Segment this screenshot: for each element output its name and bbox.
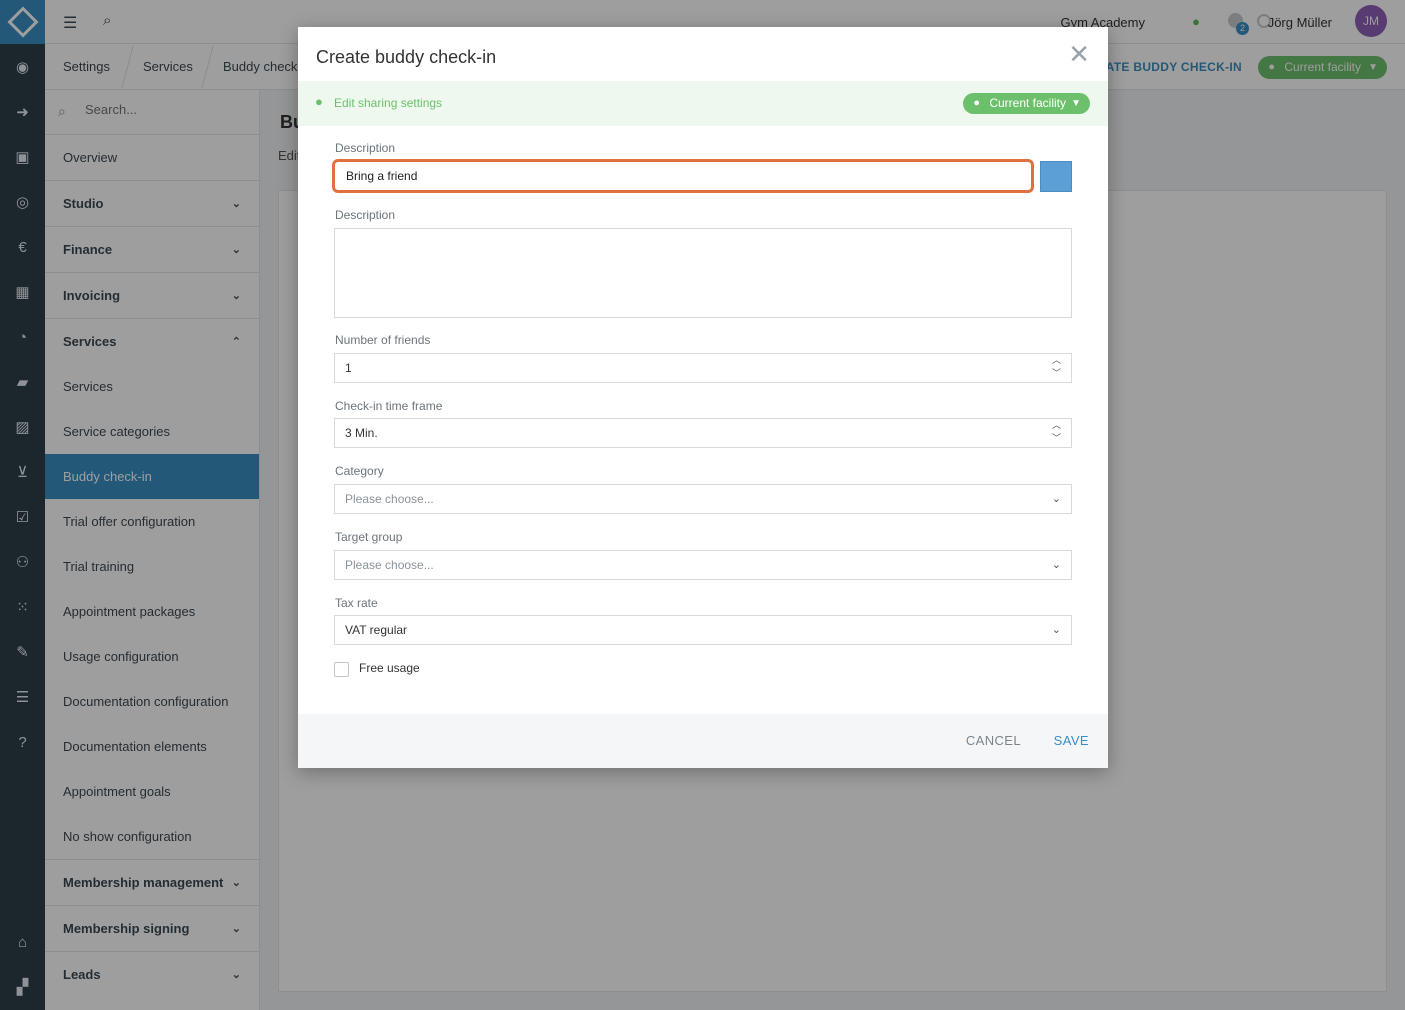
description-label: Description xyxy=(335,208,396,222)
target-group-select[interactable]: Please choose... ⌄ xyxy=(334,550,1072,580)
target-group-placeholder: Please choose... xyxy=(345,558,434,572)
category-select[interactable]: Please choose... ⌄ xyxy=(334,484,1072,514)
timeframe-stepper[interactable]: 3 Min. ︿ ﹀ xyxy=(334,418,1072,448)
facility-selector[interactable]: ● Current facility ▼ xyxy=(963,93,1090,114)
location-pin-icon: ● xyxy=(973,97,980,109)
close-icon[interactable]: ✕ xyxy=(1068,39,1090,70)
tax-rate-value: VAT regular xyxy=(345,623,408,637)
description-textarea[interactable] xyxy=(334,228,1072,318)
tax-rate-label: Tax rate xyxy=(335,596,378,610)
edit-sharing-settings-link[interactable]: Edit sharing settings xyxy=(334,96,442,110)
dialog-title: Create buddy check-in xyxy=(316,47,497,67)
timeframe-value: 3 Min. xyxy=(345,426,378,440)
free-usage-checkbox[interactable] xyxy=(334,662,349,677)
category-label: Category xyxy=(335,464,384,478)
free-usage-label[interactable]: Free usage xyxy=(359,661,420,675)
location-pin-icon: ● xyxy=(315,94,323,109)
target-group-label: Target group xyxy=(335,530,403,544)
dialog-footer: CANCEL SAVE xyxy=(298,714,1108,768)
color-picker[interactable] xyxy=(1040,161,1072,192)
chevron-down-icon: ⌄ xyxy=(1051,624,1061,636)
chevron-down-icon: ⌄ xyxy=(1051,493,1061,505)
category-placeholder: Please choose... xyxy=(345,492,434,506)
facility-label: Current facility xyxy=(989,96,1066,110)
friends-value: 1 xyxy=(345,361,352,375)
save-button[interactable]: SAVE xyxy=(1054,733,1089,748)
stepper-arrows-icon[interactable]: ︿ ﹀ xyxy=(1052,354,1061,380)
timeframe-label: Check-in time frame xyxy=(335,399,443,413)
create-buddy-checkin-dialog: Create buddy check-in ✕ ● Edit sharing s… xyxy=(298,27,1108,768)
name-label: Description xyxy=(335,141,396,155)
cancel-button[interactable]: CANCEL xyxy=(966,733,1021,748)
friends-stepper[interactable]: 1 ︿ ﹀ xyxy=(334,353,1072,383)
friends-label: Number of friends xyxy=(335,333,431,347)
sharing-settings-bar: ● Edit sharing settings ● Current facili… xyxy=(298,81,1108,126)
chevron-down-icon: ▼ xyxy=(1071,98,1081,109)
tax-rate-select[interactable]: VAT regular ⌄ xyxy=(334,615,1072,645)
dialog-header: Create buddy check-in ✕ xyxy=(298,27,1108,81)
chevron-down-icon: ⌄ xyxy=(1051,559,1061,571)
stepper-arrows-icon[interactable]: ︿ ﹀ xyxy=(1052,419,1061,445)
name-input[interactable]: Bring a friend xyxy=(332,159,1034,193)
